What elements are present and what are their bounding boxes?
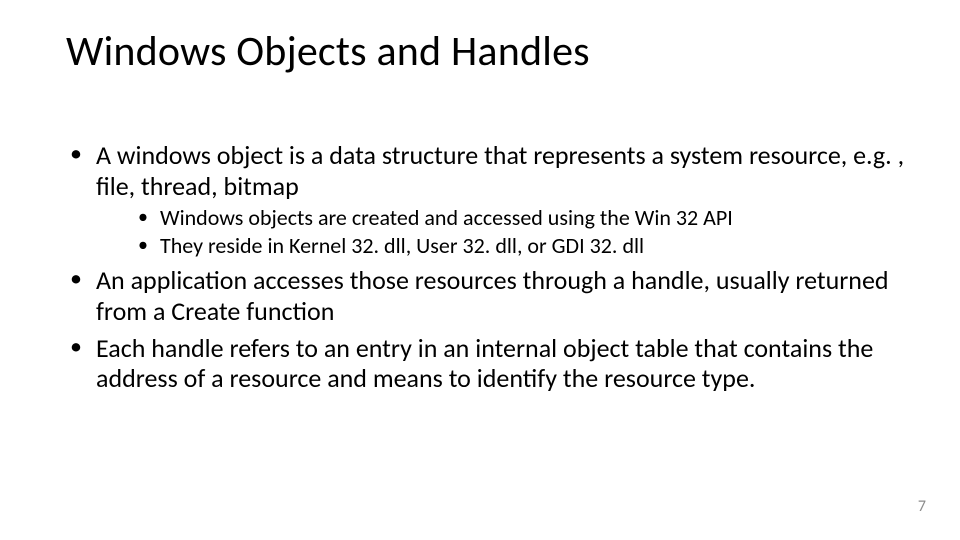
- sub-bullet-text: Windows objects are created and accessed…: [160, 204, 733, 231]
- bullet-text: Each handle refers to an entry in an int…: [96, 332, 873, 395]
- bullet-item: A windows object is a data structure tha…: [66, 140, 912, 259]
- bullet-list: A windows object is a data structure tha…: [66, 140, 912, 394]
- bullet-item: An application accesses those resources …: [66, 265, 912, 326]
- sub-bullet-item: They reside in Kernel 32. dll, User 32. …: [136, 233, 912, 259]
- sub-bullet-text: They reside in Kernel 32. dll, User 32. …: [160, 232, 644, 259]
- bullet-text: A windows object is a data structure tha…: [96, 139, 904, 202]
- slide-body: A windows object is a data structure tha…: [66, 140, 912, 400]
- slide: Windows Objects and Handles A windows ob…: [0, 0, 960, 540]
- sub-bullet-item: Windows objects are created and accessed…: [136, 205, 912, 231]
- bullet-text: An application accesses those resources …: [96, 264, 889, 327]
- page-number: 7: [918, 497, 926, 516]
- bullet-item: Each handle refers to an entry in an int…: [66, 333, 912, 394]
- slide-title: Windows Objects and Handles: [66, 26, 590, 77]
- sub-bullet-list: Windows objects are created and accessed…: [96, 205, 912, 259]
